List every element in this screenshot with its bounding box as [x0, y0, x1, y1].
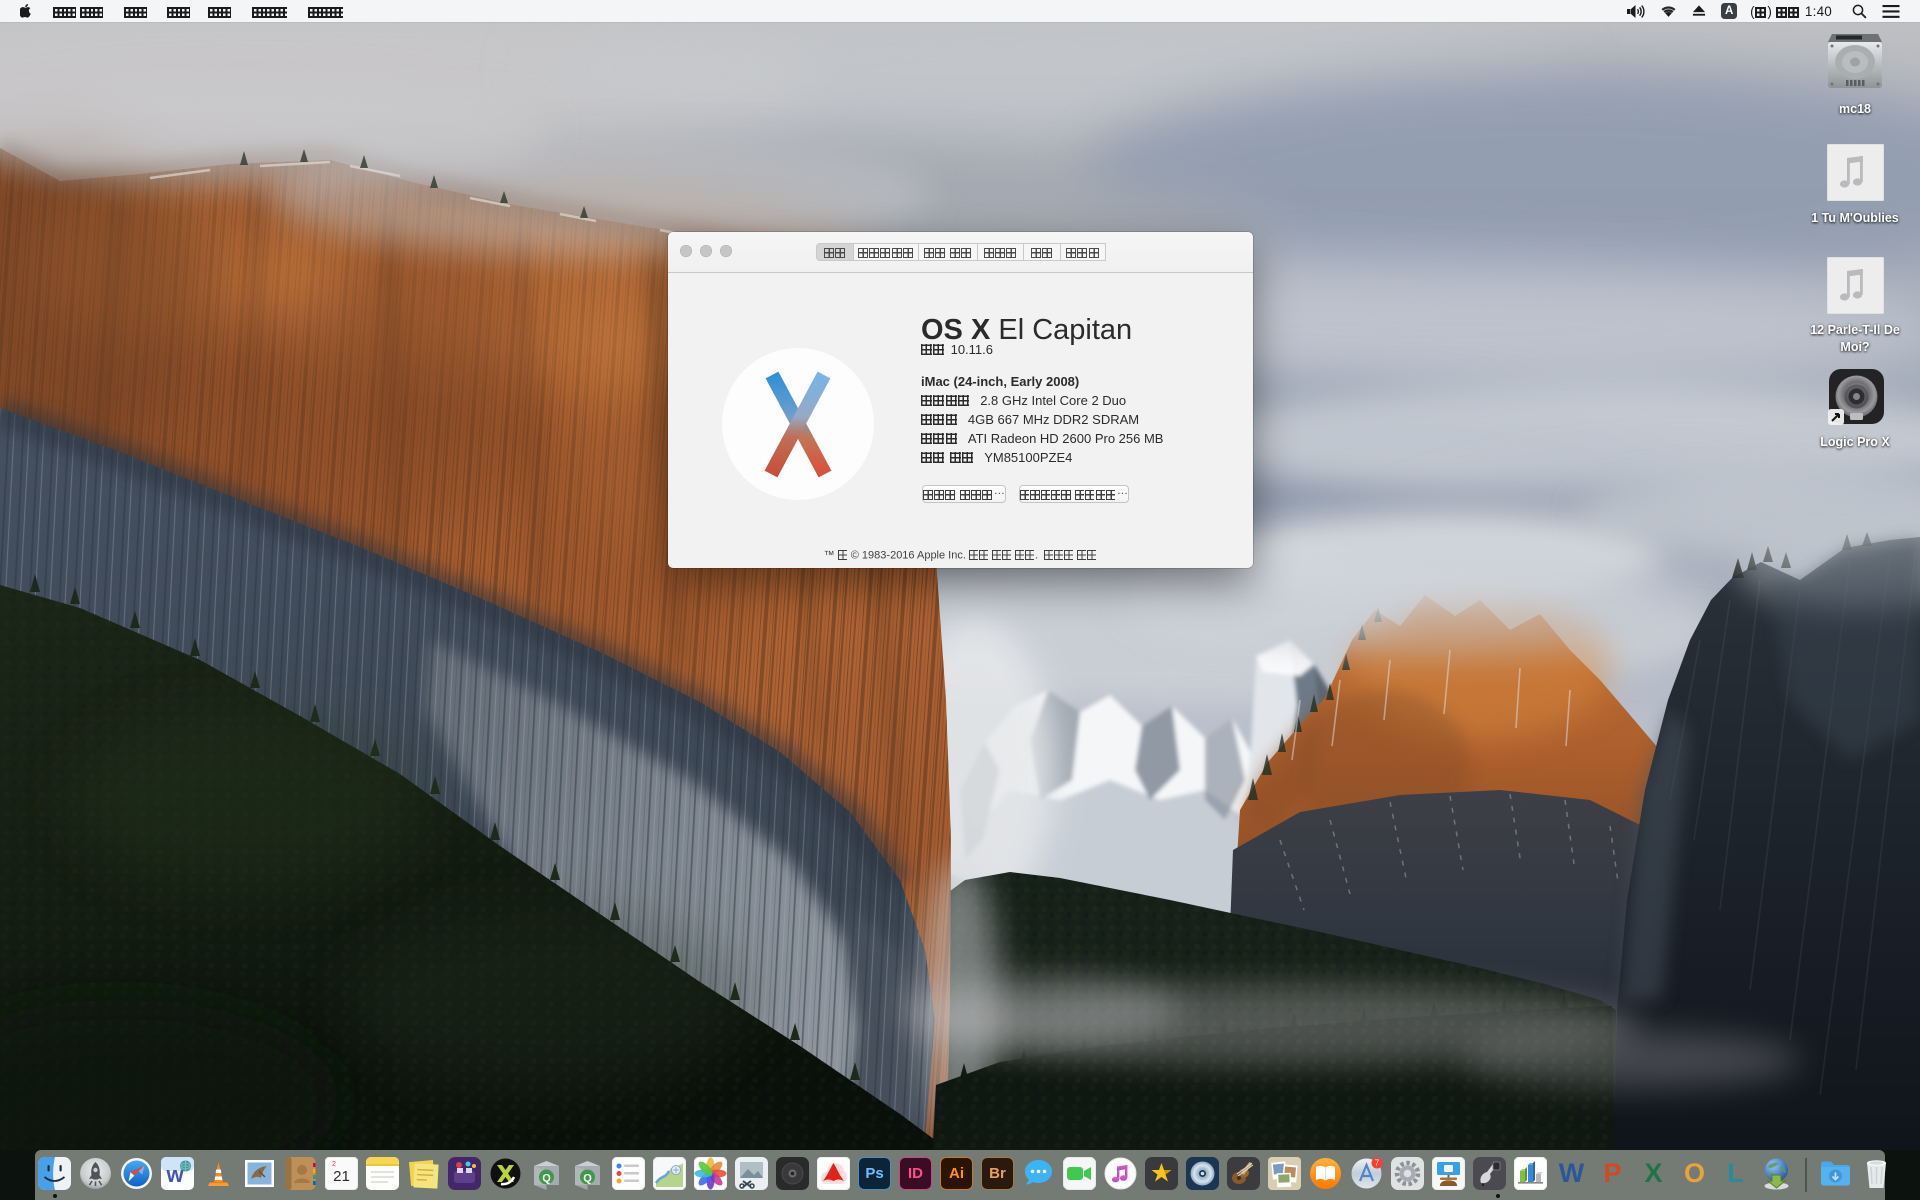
svg-text:2: 2	[332, 1161, 336, 1168]
svg-text:7: 7	[1375, 1159, 1380, 1168]
svg-text:21: 21	[333, 1168, 350, 1185]
svg-text:Q: Q	[542, 1173, 551, 1185]
svg-text:Q: Q	[583, 1173, 592, 1185]
